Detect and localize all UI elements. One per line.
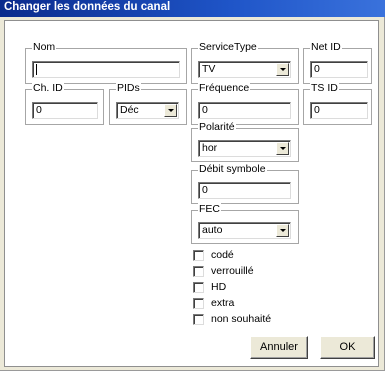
debit-symbole-input[interactable]: 0 xyxy=(198,182,291,199)
tsid-label: TS ID xyxy=(310,82,339,95)
frequence-label: Fréquence xyxy=(198,82,251,95)
dialog-window: Changer les données du canal Nom Service… xyxy=(0,0,385,371)
checkbox-verrouille[interactable]: verrouillé xyxy=(193,265,313,279)
chid-input[interactable]: 0 xyxy=(32,102,98,119)
checkbox-label: extra xyxy=(211,297,235,309)
checkbox-hd[interactable]: HD xyxy=(193,281,313,295)
debit-symbole-label: Débit symbole xyxy=(198,163,267,176)
netid-input[interactable]: 0 xyxy=(310,61,368,78)
pids-value: Déc xyxy=(120,104,139,116)
debit-symbole-group: Débit symbole 0 xyxy=(191,163,299,204)
checkbox-box[interactable] xyxy=(193,282,204,293)
chevron-down-icon[interactable] xyxy=(164,104,177,117)
netid-group: Net ID 0 xyxy=(303,41,372,84)
frequence-input[interactable]: 0 xyxy=(198,102,291,119)
chid-group: Ch. ID 0 xyxy=(25,82,104,125)
nom-label: Nom xyxy=(32,41,57,54)
polarite-label: Polarité xyxy=(198,121,236,134)
fec-value: auto xyxy=(202,224,223,236)
window-title: Changer les données du canal xyxy=(4,1,171,13)
checkbox-box[interactable] xyxy=(193,298,204,309)
checkbox-label: codé xyxy=(211,249,234,261)
checkbox-non-souhaite[interactable]: non souhaité xyxy=(193,313,313,327)
checkbox-code[interactable]: codé xyxy=(193,249,313,263)
checkbox-label: verrouillé xyxy=(211,265,254,277)
chevron-down-icon[interactable] xyxy=(276,63,289,76)
frequence-group: Fréquence 0 xyxy=(191,82,299,125)
servicetype-group: ServiceType TV xyxy=(191,41,299,84)
checkbox-box[interactable] xyxy=(193,250,204,261)
text-caret xyxy=(36,64,37,75)
servicetype-label: ServiceType xyxy=(198,41,258,54)
ok-button[interactable]: OK xyxy=(320,336,375,359)
pids-label: PIDs xyxy=(116,82,141,95)
checkbox-label: HD xyxy=(211,281,227,293)
polarite-select[interactable]: hor xyxy=(198,140,291,157)
cancel-button[interactable]: Annuler xyxy=(250,336,308,359)
checkbox-box[interactable] xyxy=(193,266,204,277)
nom-input[interactable] xyxy=(32,61,180,78)
servicetype-select[interactable]: TV xyxy=(198,61,291,78)
checkbox-label: non souhaité xyxy=(211,313,272,325)
pids-group: PIDs Déc xyxy=(109,82,187,125)
fec-group: FEC auto xyxy=(191,203,299,244)
tsid-input[interactable]: 0 xyxy=(310,102,368,119)
polarite-value: hor xyxy=(202,142,218,154)
polarite-group: Polarité hor xyxy=(191,121,299,162)
checkbox-box[interactable] xyxy=(193,314,204,325)
chevron-down-icon[interactable] xyxy=(276,142,289,155)
tsid-group: TS ID 0 xyxy=(303,82,372,125)
nom-group: Nom xyxy=(25,41,187,84)
chid-label: Ch. ID xyxy=(32,82,64,95)
servicetype-value: TV xyxy=(202,63,216,75)
dialog-content: Nom ServiceType TV Net ID 0 Ch. ID 0 PID… xyxy=(4,20,379,367)
netid-label: Net ID xyxy=(310,41,342,54)
chevron-down-icon[interactable] xyxy=(276,224,289,237)
fec-label: FEC xyxy=(198,203,221,216)
fec-select[interactable]: auto xyxy=(198,222,291,239)
pids-select[interactable]: Déc xyxy=(116,102,179,119)
checkbox-extra[interactable]: extra xyxy=(193,297,313,311)
title-bar[interactable]: Changer les données du canal xyxy=(0,0,385,17)
